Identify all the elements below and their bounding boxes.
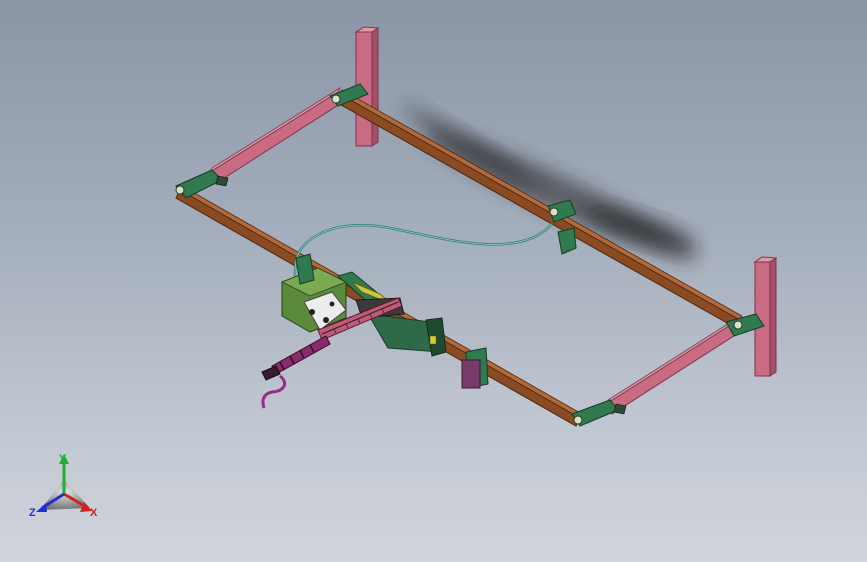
short-beam-right[interactable] <box>604 318 741 415</box>
cad-viewport[interactable]: Y X Z <box>0 0 867 562</box>
assembly-graphics[interactable]: Y X Z <box>0 0 867 562</box>
triad-z-arrow <box>36 503 47 512</box>
cast-shadow <box>401 104 698 261</box>
welding-torch[interactable] <box>261 335 331 409</box>
orientation-triad[interactable]: Y X Z <box>29 453 98 519</box>
carriage-bracket-near[interactable] <box>461 347 489 389</box>
long-beam-far[interactable] <box>335 89 743 329</box>
triad-x-label: X <box>90 507 98 519</box>
triad-y-label: Y <box>59 453 67 465</box>
triad-z-label: Z <box>29 507 36 519</box>
short-beam-left[interactable] <box>209 86 347 183</box>
